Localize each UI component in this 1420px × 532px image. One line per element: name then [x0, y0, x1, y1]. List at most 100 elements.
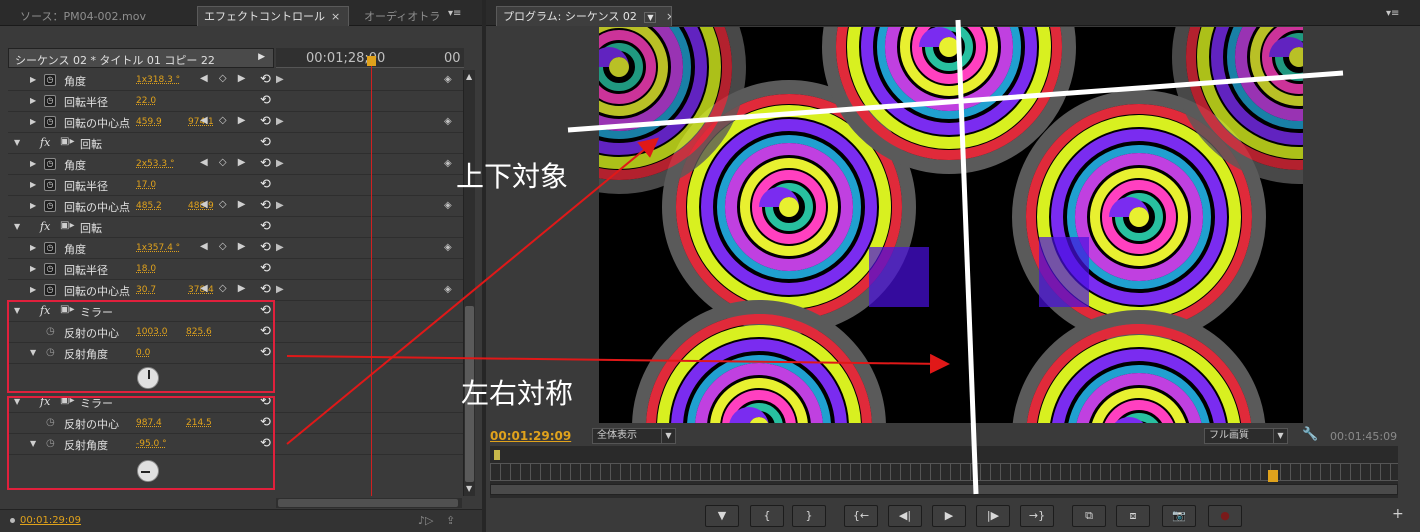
tab-dropdown-icon[interactable]: ▼: [644, 12, 657, 23]
expand-triangle-icon[interactable]: ▶: [30, 264, 36, 273]
keyframe-diamond-icon[interactable]: ◈: [444, 158, 452, 169]
reset-icon[interactable]: ⟲: [260, 198, 271, 213]
expand-triangle-icon[interactable]: ▶: [30, 117, 36, 126]
parameter-row[interactable]: ▶ ◷ 回転の中心点 459.9 974.1 ◀ ◇ ▶ ⟲ ▶ ◈: [8, 112, 470, 133]
keyframe-icon[interactable]: ▶: [276, 116, 284, 127]
go-to-out-button[interactable]: →}: [1020, 505, 1054, 527]
sequence-header[interactable]: シーケンス 02 * タイトル 01 コピー 22 ▶: [8, 48, 274, 68]
parameter-row[interactable]: ▶ ◷ 回転の中心点 30.7 378.4 ◀ ◇ ▶ ⟲ ▶ ◈: [8, 280, 470, 301]
parameter-row[interactable]: ▶ ◷ 回転半径 17.0 ⟲: [8, 175, 470, 196]
expand-arrow-icon[interactable]: ▶: [258, 52, 265, 62]
mark-out-button[interactable]: }: [792, 505, 826, 527]
parameter-value-1[interactable]: 1x318.3 °: [136, 75, 180, 85]
lift-button[interactable]: ⧉: [1072, 505, 1106, 527]
tab-source[interactable]: ソース：PM04-002.mov: [14, 7, 196, 26]
reset-icon[interactable]: ⟲: [260, 177, 271, 192]
keyframe-navigator[interactable]: ◀ ◇ ▶: [200, 199, 249, 210]
vertical-scrollbar[interactable]: ▲ ▼: [463, 70, 475, 496]
add-button-icon[interactable]: +: [1392, 506, 1404, 522]
expand-triangle-icon[interactable]: ▶: [30, 96, 36, 105]
expand-triangle-icon[interactable]: ▶: [30, 201, 36, 210]
stopwatch-icon[interactable]: ◷: [44, 284, 56, 296]
collapse-triangle-icon[interactable]: ▼: [14, 222, 20, 231]
parameter-value-1[interactable]: 2x53.3 °: [136, 159, 174, 169]
parameter-row[interactable]: ▶ ◷ 回転の中心点 485.2 488.9 ◀ ◇ ▶ ⟲ ▶ ◈: [8, 196, 470, 217]
playhead-icon[interactable]: [367, 56, 376, 66]
effect-header-row[interactable]: ▼ fx ▣▸ 回転 ⟲: [8, 133, 470, 154]
tab-audio-track[interactable]: オーディオトラ: [358, 7, 444, 26]
parameter-value-1[interactable]: 1x357.4 °: [136, 243, 180, 253]
extract-button[interactable]: ⧈: [1116, 505, 1150, 527]
keyframe-diamond-icon[interactable]: ◈: [444, 284, 452, 295]
close-icon[interactable]: ×: [666, 10, 671, 23]
keyframe-diamond-icon[interactable]: ◈: [444, 116, 452, 127]
zoom-select[interactable]: 全体表示 ▼: [592, 428, 676, 444]
close-icon[interactable]: ×: [331, 10, 340, 23]
stopwatch-icon[interactable]: ◷: [44, 200, 56, 212]
h-scroll-thumb[interactable]: [278, 499, 458, 507]
export-frame-button[interactable]: 📷: [1162, 505, 1196, 527]
parameter-value-1[interactable]: 17.0: [136, 180, 156, 190]
step-back-button[interactable]: ◀|: [888, 505, 922, 527]
reset-icon[interactable]: ⟲: [260, 114, 271, 129]
stopwatch-icon[interactable]: ◷: [44, 158, 56, 170]
parameter-value-1[interactable]: 459.9: [136, 117, 162, 127]
keyframe-navigator[interactable]: ◀ ◇ ▶: [200, 157, 249, 168]
step-forward-button[interactable]: |▶: [976, 505, 1010, 527]
keyframe-diamond-icon[interactable]: ◈: [444, 74, 452, 85]
parameter-row[interactable]: ▶ ◷ 角度 1x357.4 ° ◀ ◇ ▶ ⟲ ▶ ◈: [8, 238, 470, 259]
reset-icon[interactable]: ⟲: [260, 156, 271, 171]
keyframe-navigator[interactable]: ◀ ◇ ▶: [200, 241, 249, 252]
parameter-value-1[interactable]: 30.7: [136, 285, 156, 295]
expand-triangle-icon[interactable]: ▶: [30, 180, 36, 189]
reset-icon[interactable]: ⟲: [260, 93, 271, 108]
parameter-value-1[interactable]: 22.0: [136, 96, 156, 106]
stopwatch-icon[interactable]: ◷: [44, 116, 56, 128]
program-playhead-icon[interactable]: [1268, 470, 1278, 482]
program-timeline[interactable]: [490, 446, 1398, 498]
export-icon[interactable]: ⇪: [446, 514, 455, 527]
keyframe-icon[interactable]: ▶: [276, 74, 284, 85]
zoom-scroll-bar[interactable]: [490, 484, 1398, 495]
scroll-down-icon[interactable]: ▼: [466, 484, 472, 493]
reset-icon[interactable]: ⟲: [260, 282, 271, 297]
stopwatch-icon[interactable]: ◷: [44, 263, 56, 275]
left-current-time[interactable]: 00:01:29:09: [20, 515, 81, 526]
expand-triangle-icon[interactable]: ▶: [30, 285, 36, 294]
audio-icon[interactable]: ♪▷: [418, 514, 433, 527]
expand-triangle-icon[interactable]: ▶: [30, 75, 36, 84]
expand-triangle-icon[interactable]: ▶: [30, 159, 36, 168]
fx-icon[interactable]: fx: [40, 220, 50, 233]
program-menu-icon[interactable]: ▾≡: [1386, 8, 1399, 19]
keyframe-icon[interactable]: ▶: [276, 200, 284, 211]
reset-icon[interactable]: ⟲: [260, 135, 271, 150]
timeline-ruler[interactable]: 00:01;28;00 00: [276, 48, 464, 68]
panel-menu-icon[interactable]: ▾≡: [448, 8, 461, 19]
stopwatch-icon[interactable]: ◷: [44, 179, 56, 191]
add-marker-button[interactable]: ▼: [705, 505, 739, 527]
reset-icon[interactable]: ⟲: [260, 261, 271, 276]
horizontal-scrollbar[interactable]: [276, 498, 462, 508]
keyframe-navigator[interactable]: ◀ ◇ ▶: [200, 115, 249, 126]
wrench-icon[interactable]: 🔧: [1302, 427, 1318, 442]
keyframe-navigator[interactable]: ◀ ◇ ▶: [200, 283, 249, 294]
scroll-up-icon[interactable]: ▲: [466, 72, 472, 81]
parameter-row[interactable]: ▶ ◷ 角度 1x318.3 ° ◀ ◇ ▶ ⟲ ▶ ◈: [8, 70, 470, 91]
keyframe-diamond-icon[interactable]: ◈: [444, 242, 452, 253]
keyframe-icon[interactable]: ▶: [276, 242, 284, 253]
parameter-row[interactable]: ▶ ◷ 回転半径 18.0 ⟲: [8, 259, 470, 280]
effect-header-row[interactable]: ▼ fx ▣▸ 回転 ⟲: [8, 217, 470, 238]
stopwatch-icon[interactable]: ◷: [44, 242, 56, 254]
quality-select[interactable]: フル画質 ▼: [1204, 428, 1288, 444]
keyframe-icon[interactable]: ▶: [276, 284, 284, 295]
collapse-triangle-icon[interactable]: ▼: [14, 138, 20, 147]
mark-in-button[interactable]: {: [750, 505, 784, 527]
fx-icon[interactable]: fx: [40, 136, 50, 149]
expand-triangle-icon[interactable]: ▶: [30, 243, 36, 252]
parameter-row[interactable]: ▶ ◷ 角度 2x53.3 ° ◀ ◇ ▶ ⟲ ▶ ◈: [8, 154, 470, 175]
keyframe-diamond-icon[interactable]: ◈: [444, 200, 452, 211]
reset-icon[interactable]: ⟲: [260, 240, 271, 255]
keyframe-icon[interactable]: ▶: [276, 158, 284, 169]
record-button[interactable]: ●: [1208, 505, 1242, 527]
tab-program[interactable]: プログラム: シーケンス 02 ▼ ×: [496, 6, 672, 26]
